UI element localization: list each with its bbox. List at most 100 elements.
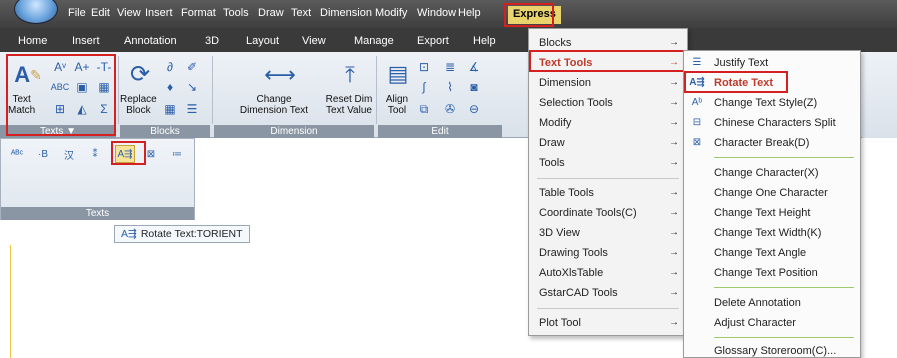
edit-image-icon[interactable]: ◙: [466, 80, 482, 94]
menu-item-dimension[interactable]: Dimension →: [529, 73, 687, 93]
menu-item-coordinate-tools[interactable]: Coordinate Tools(C) →: [529, 203, 687, 223]
text-break-icon[interactable]: ⊠: [141, 145, 161, 163]
submenu-separator: [714, 287, 854, 288]
rotate-text-icon[interactable]: A⇶: [115, 145, 135, 163]
tab-home[interactable]: Home: [18, 35, 47, 47]
submenu-item-change-text-height[interactable]: Change Text Height: [684, 203, 860, 223]
edit-measure-icon[interactable]: ∡: [466, 60, 482, 74]
menu-draw[interactable]: Draw: [258, 7, 284, 19]
submenu-item-change-one-character[interactable]: Change One Character: [684, 183, 860, 203]
block-table-icon[interactable]: ▦: [162, 102, 178, 116]
edit-ellipse-icon[interactable]: ⊖: [466, 102, 482, 116]
menu-dimension[interactable]: Dimension: [320, 7, 372, 19]
menu-express[interactable]: Express: [508, 6, 561, 24]
panel-title-texts[interactable]: Texts ▼: [0, 125, 116, 138]
submenu-item-glossary-storeroom[interactable]: Glossary Storeroom(C)...: [684, 341, 860, 358]
tab-view[interactable]: View: [302, 35, 326, 47]
align-tool-label[interactable]: Align Tool: [380, 94, 414, 116]
chinese-text-icon[interactable]: 汉: [59, 145, 79, 163]
block-count-icon[interactable]: ♦: [162, 80, 178, 94]
text-box-icon[interactable]: ▣: [74, 80, 90, 94]
menu-item-blocks[interactable]: Blocks →: [529, 33, 687, 53]
text-sum-icon[interactable]: Σ: [96, 102, 112, 116]
menu-insert[interactable]: Insert: [145, 7, 173, 19]
submenu-item-delete-annotation[interactable]: Delete Annotation: [684, 293, 860, 313]
menu-item-autoxlstable[interactable]: AutoXlsTable →: [529, 263, 687, 283]
block-explode-icon[interactable]: ↘: [184, 80, 200, 94]
text-scale-icon[interactable]: ⁑: [85, 145, 105, 163]
menu-text[interactable]: Text: [291, 7, 311, 19]
block-attribute-icon[interactable]: ∂: [162, 60, 178, 74]
submenu-item-chinese-characters-split[interactable]: ⊟ Chinese Characters Split: [684, 113, 860, 133]
align-tool-icon[interactable]: ▤: [384, 58, 412, 90]
menu-format[interactable]: Format: [181, 7, 216, 19]
tab-3d[interactable]: 3D: [205, 35, 219, 47]
submenu-item-change-text-angle[interactable]: Change Text Angle: [684, 243, 860, 263]
change-dimension-text-label[interactable]: Change Dimension Text: [226, 94, 322, 116]
submenu-item-justify-text[interactable]: ☰ Justify Text: [684, 53, 860, 73]
tab-manage[interactable]: Manage: [354, 35, 394, 47]
panel-separator: [212, 56, 213, 124]
menu-item-draw[interactable]: Draw →: [529, 133, 687, 153]
tab-export[interactable]: Export: [417, 35, 449, 47]
submenu-item-change-text-width[interactable]: Change Text Width(K): [684, 223, 860, 243]
text-line-icon[interactable]: -T-: [96, 60, 112, 74]
tab-insert[interactable]: Insert: [72, 35, 100, 47]
change-dimension-text-icon[interactable]: ⟷: [262, 58, 298, 92]
abc-text-icon[interactable]: ABC: [51, 80, 70, 94]
submenu-item-rotate-text[interactable]: A⇶ Rotate Text: [684, 73, 860, 93]
text-split-icon[interactable]: ·B: [33, 145, 53, 163]
menu-item-modify[interactable]: Modify →: [529, 113, 687, 133]
menu-window[interactable]: Window: [417, 7, 456, 19]
submenu-item-change-text-style[interactable]: Aᵇ Change Text Style(Z): [684, 93, 860, 113]
abc-small-icon[interactable]: ᴬᴮᶜ: [7, 145, 27, 163]
reset-dim-text-label[interactable]: Reset Dim Text Value: [318, 94, 380, 116]
edit-copy-icon[interactable]: ⧉: [416, 102, 432, 116]
text-list-icon[interactable]: ≔: [167, 145, 187, 163]
block-edit-icon[interactable]: ✐: [184, 60, 200, 74]
menu-item-gstarcad-tools[interactable]: GstarCAD Tools →: [529, 283, 687, 303]
menu-tools[interactable]: Tools: [223, 7, 249, 19]
tab-layout[interactable]: Layout: [246, 35, 279, 47]
block-list-icon[interactable]: ☰: [184, 102, 200, 116]
text-frame-icon[interactable]: ▦: [96, 80, 112, 94]
submenu-arrow-icon: →: [669, 267, 679, 278]
app-logo[interactable]: [14, 0, 58, 24]
menu-edit[interactable]: Edit: [91, 7, 110, 19]
submenu-arrow-icon: →: [669, 57, 679, 68]
menu-item-text-tools[interactable]: Text Tools →: [529, 53, 687, 73]
menu-item-selection-tools[interactable]: Selection Tools →: [529, 93, 687, 113]
reset-dim-text-icon[interactable]: ⤒: [332, 58, 368, 92]
menu-help[interactable]: Help: [458, 7, 481, 19]
menu-item-drawing-tools[interactable]: Drawing Tools →: [529, 243, 687, 263]
menu-item-tools[interactable]: Tools →: [529, 153, 687, 173]
menu-modify[interactable]: Modify: [375, 7, 407, 19]
replace-block-icon[interactable]: ⟳: [124, 58, 156, 90]
menu-item-plot-tool[interactable]: Plot Tool →: [529, 313, 687, 333]
text-arc-icon[interactable]: ◭: [74, 102, 90, 116]
submenu-item-character-break[interactable]: ⊠ Character Break(D): [684, 133, 860, 153]
edit-break-icon[interactable]: ⌇: [442, 80, 458, 94]
tab-help[interactable]: Help: [473, 35, 496, 47]
menu-file[interactable]: File: [68, 7, 86, 19]
menu-bar: File Edit View Insert Format Tools Draw …: [0, 0, 897, 28]
text-match-label[interactable]: Text Match: [8, 94, 35, 116]
menu-item-table-tools[interactable]: Table Tools →: [529, 183, 687, 203]
submenu-item-change-text-position[interactable]: Change Text Position: [684, 263, 860, 283]
text-match-icon[interactable]: A ✎: [14, 60, 42, 90]
submenu-item-change-character[interactable]: Change Character(X): [684, 163, 860, 183]
edit-curve-icon[interactable]: ∫: [416, 80, 432, 94]
edit-tool-icon[interactable]: ⊡: [416, 60, 432, 74]
text-tool-icon[interactable]: Aᵛ: [52, 60, 68, 74]
menu-item-3d-view[interactable]: 3D View →: [529, 223, 687, 243]
text-align-icon[interactable]: ⊞: [52, 102, 68, 116]
menu-view[interactable]: View: [117, 7, 141, 19]
submenu-item-label: Glossary Storeroom(C)...: [714, 345, 837, 357]
text-style-icon: Aᵇ: [691, 97, 703, 108]
edit-menu-icon[interactable]: ≣: [442, 60, 458, 74]
replace-block-label[interactable]: Replace Block: [120, 94, 157, 116]
edit-shape-icon[interactable]: ✇: [442, 102, 458, 116]
tab-annotation[interactable]: Annotation: [124, 35, 177, 47]
submenu-item-adjust-character[interactable]: Adjust Character: [684, 313, 860, 333]
text-fit-icon[interactable]: A+: [74, 60, 90, 74]
